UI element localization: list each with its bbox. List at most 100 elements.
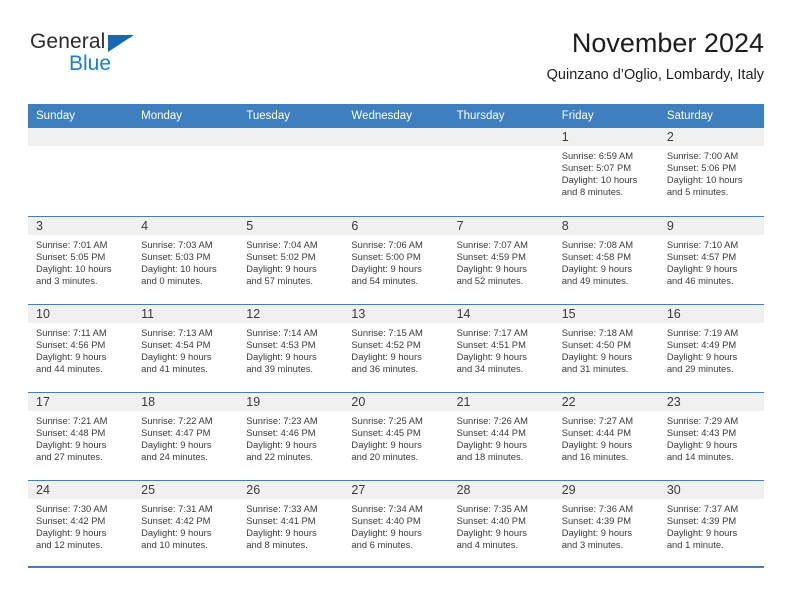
calendar-day-cell[interactable]: 10 Sunrise: 7:11 AM Sunset: 4:56 PM Dayligh… [28, 303, 134, 392]
calendar-day-cell[interactable]: 24 Sunrise: 7:30 AM Sunset: 4:42 PM Dayligh… [28, 479, 134, 568]
day-number [28, 128, 134, 146]
calendar-day-cell[interactable]: 25 Sunrise: 7:31 AM Sunset: 4:42 PM Dayligh… [133, 479, 239, 568]
calendar-day-cell[interactable]: 21 Sunrise: 7:26 AM Sunset: 4:44 PM Dayligh… [448, 391, 554, 480]
general-blue-logo[interactable]: General Blue [30, 30, 160, 82]
sunrise-text: Sunrise: 7:25 AM [351, 414, 423, 426]
sunset-text: Sunset: 4:54 PM [141, 338, 211, 350]
day-number: 13 [343, 304, 449, 323]
daylight-text-line1: Daylight: 9 hours [666, 438, 738, 450]
day-number: 25 [133, 480, 239, 499]
calendar-day-cell[interactable]: 9 Sunrise: 7:10 AM Sunset: 4:57 PM Daylight… [658, 215, 764, 304]
calendar-day-cell[interactable]: 16 Sunrise: 7:19 AM Sunset: 4:49 PM Dayligh… [658, 303, 764, 392]
page-title: November 2024 [571, 28, 764, 58]
calendar-week-row: 3 Sunrise: 7:01 AM Sunset: 5:05 PM Daylight… [28, 215, 764, 304]
daylight-text-line2: and 14 minutes. [666, 450, 734, 462]
sunrise-text: Sunrise: 7:11 AM [36, 326, 107, 338]
daylight-text-line2: and 3 minutes. [561, 538, 624, 550]
calendar-day-cell[interactable]: 12 Sunrise: 7:14 AM Sunset: 4:53 PM Dayligh… [238, 303, 344, 392]
weekday-header-wednesday: Wednesday [343, 104, 449, 128]
daylight-text-line2: and 20 minutes. [351, 450, 419, 462]
calendar-day-cell[interactable]: 17 Sunrise: 7:21 AM Sunset: 4:48 PM Dayligh… [28, 391, 134, 480]
calendar-day-cell[interactable]: 22 Sunrise: 7:27 AM Sunset: 4:44 PM Dayligh… [553, 391, 659, 480]
sunset-text: Sunset: 4:39 PM [666, 514, 737, 526]
day-number: 4 [133, 216, 239, 235]
daylight-text-line2: and 36 minutes. [351, 362, 419, 374]
day-details: Sunrise: 7:14 AM Sunset: 4:53 PM Daylight:… [238, 323, 343, 375]
sunrise-text: Sunrise: 7:04 AM [246, 238, 318, 250]
calendar-body: 1 Sunrise: 6:59 AM Sunset: 5:07 PM Daylight… [28, 128, 764, 568]
calendar-day-cell[interactable]: 28 Sunrise: 7:35 AM Sunset: 4:40 PM Dayligh… [448, 479, 554, 568]
calendar-day-cell[interactable]: 3 Sunrise: 7:01 AM Sunset: 5:05 PM Daylight… [28, 215, 134, 304]
weekday-header-friday: Friday [553, 104, 659, 128]
sunrise-text: Sunrise: 7:35 AM [456, 502, 528, 514]
sunrise-text: Sunrise: 7:29 AM [666, 414, 739, 426]
day-number: 18 [133, 392, 239, 411]
calendar-day-cell[interactable]: 13 Sunrise: 7:15 AM Sunset: 4:52 PM Dayligh… [343, 303, 449, 392]
day-details: Sunrise: 7:34 AM Sunset: 4:40 PM Daylight:… [343, 499, 448, 551]
triangle-icon [108, 35, 134, 52]
calendar-cell-empty [133, 128, 239, 216]
day-details: Sunrise: 7:13 AM Sunset: 4:54 PM Daylight:… [133, 323, 238, 375]
daylight-text-line2: and 54 minutes. [351, 274, 419, 286]
daylight-text-line2: and 24 minutes. [141, 450, 208, 462]
sunrise-text: Sunrise: 7:30 AM [36, 502, 108, 514]
daylight-text-line2: and 3 minutes. [36, 274, 98, 286]
weekday-header-tuesday: Tuesday [238, 104, 344, 128]
day-details: Sunrise: 7:27 AM Sunset: 4:44 PM Daylight:… [554, 411, 659, 463]
calendar-day-cell[interactable]: 19 Sunrise: 7:23 AM Sunset: 4:46 PM Dayligh… [238, 391, 344, 480]
daylight-text-line1: Daylight: 9 hours [36, 438, 107, 450]
day-number: 3 [28, 216, 134, 235]
page-subtitle: Quinzano d’Oglio, Lombardy, Italy [546, 67, 764, 83]
calendar-day-cell[interactable]: 4 Sunrise: 7:03 AM Sunset: 5:03 PM Daylight… [133, 215, 239, 304]
sunset-text: Sunset: 5:07 PM [561, 162, 632, 174]
day-number: 15 [553, 304, 659, 323]
day-details: Sunrise: 7:17 AM Sunset: 4:51 PM Daylight:… [449, 323, 554, 375]
sunrise-text: Sunrise: 7:36 AM [561, 502, 634, 514]
page-header: General Blue November 2024 Quinzano d’Og… [28, 26, 764, 92]
sunset-text: Sunset: 4:52 PM [351, 338, 421, 350]
day-number: 26 [238, 480, 344, 499]
calendar-day-cell[interactable]: 5 Sunrise: 7:04 AM Sunset: 5:02 PM Daylight… [238, 215, 344, 304]
calendar-day-cell[interactable]: 15 Sunrise: 7:18 AM Sunset: 4:50 PM Dayligh… [553, 303, 659, 392]
day-details: Sunrise: 7:15 AM Sunset: 4:52 PM Daylight:… [343, 323, 448, 375]
daylight-text-line2: and 8 minutes. [246, 538, 308, 550]
day-details: Sunrise: 7:29 AM Sunset: 4:43 PM Daylight:… [659, 411, 764, 463]
calendar-day-cell[interactable]: 18 Sunrise: 7:22 AM Sunset: 4:47 PM Dayligh… [133, 391, 239, 480]
calendar-day-cell[interactable]: 8 Sunrise: 7:08 AM Sunset: 4:58 PM Daylight… [553, 215, 659, 304]
sunset-text: Sunset: 4:46 PM [246, 426, 316, 438]
calendar-day-cell[interactable]: 26 Sunrise: 7:33 AM Sunset: 4:41 PM Dayligh… [238, 479, 344, 568]
day-details: Sunrise: 7:21 AM Sunset: 4:48 PM Daylight:… [28, 411, 133, 463]
daylight-text-line1: Daylight: 9 hours [351, 262, 422, 274]
calendar-day-cell[interactable]: 11 Sunrise: 7:13 AM Sunset: 4:54 PM Dayligh… [133, 303, 239, 392]
daylight-text-line1: Daylight: 9 hours [456, 262, 527, 274]
daylight-text-line2: and 0 minutes. [141, 274, 203, 286]
sunset-text: Sunset: 4:53 PM [246, 338, 316, 350]
calendar-day-cell[interactable]: 14 Sunrise: 7:17 AM Sunset: 4:51 PM Dayligh… [448, 303, 554, 392]
daylight-text-line1: Daylight: 9 hours [561, 262, 633, 274]
calendar-day-cell[interactable]: 27 Sunrise: 7:34 AM Sunset: 4:40 PM Dayligh… [343, 479, 449, 568]
calendar-day-cell[interactable]: 2 Sunrise: 7:00 AM Sunset: 5:06 PM Daylight… [658, 128, 764, 216]
calendar-day-cell[interactable]: 1 Sunrise: 6:59 AM Sunset: 5:07 PM Daylight… [553, 128, 659, 216]
daylight-text-line2: and 31 minutes. [561, 362, 629, 374]
day-details: Sunrise: 7:08 AM Sunset: 4:58 PM Daylight:… [554, 235, 659, 287]
day-details: Sunrise: 7:33 AM Sunset: 4:41 PM Daylight:… [238, 499, 343, 551]
calendar-day-cell[interactable]: 29 Sunrise: 7:36 AM Sunset: 4:39 PM Dayligh… [553, 479, 659, 568]
daylight-text-line2: and 41 minutes. [141, 362, 208, 374]
daylight-text-line1: Daylight: 9 hours [561, 438, 633, 450]
calendar-day-cell[interactable]: 30 Sunrise: 7:37 AM Sunset: 4:39 PM Dayligh… [658, 479, 764, 568]
daylight-text-line1: Daylight: 9 hours [141, 438, 212, 450]
sunset-text: Sunset: 5:05 PM [36, 250, 106, 262]
daylight-text-line2: and 1 minute. [666, 538, 724, 550]
calendar-day-cell[interactable]: 23 Sunrise: 7:29 AM Sunset: 4:43 PM Dayligh… [658, 391, 764, 480]
day-details: Sunrise: 7:30 AM Sunset: 4:42 PM Daylight:… [28, 499, 133, 551]
daylight-text-line2: and 16 minutes. [561, 450, 629, 462]
day-number: 22 [553, 392, 659, 411]
daylight-text-line2: and 10 minutes. [141, 538, 208, 550]
sunset-text: Sunset: 4:50 PM [561, 338, 632, 350]
day-details: Sunrise: 7:22 AM Sunset: 4:47 PM Daylight:… [133, 411, 238, 463]
sunset-text: Sunset: 4:47 PM [141, 426, 211, 438]
calendar-day-cell[interactable]: 20 Sunrise: 7:25 AM Sunset: 4:45 PM Dayligh… [343, 391, 449, 480]
calendar-day-cell[interactable]: 6 Sunrise: 7:06 AM Sunset: 5:00 PM Daylight… [343, 215, 449, 304]
calendar-day-cell[interactable]: 7 Sunrise: 7:07 AM Sunset: 4:59 PM Daylight… [448, 215, 554, 304]
daylight-text-line1: Daylight: 9 hours [246, 262, 317, 274]
